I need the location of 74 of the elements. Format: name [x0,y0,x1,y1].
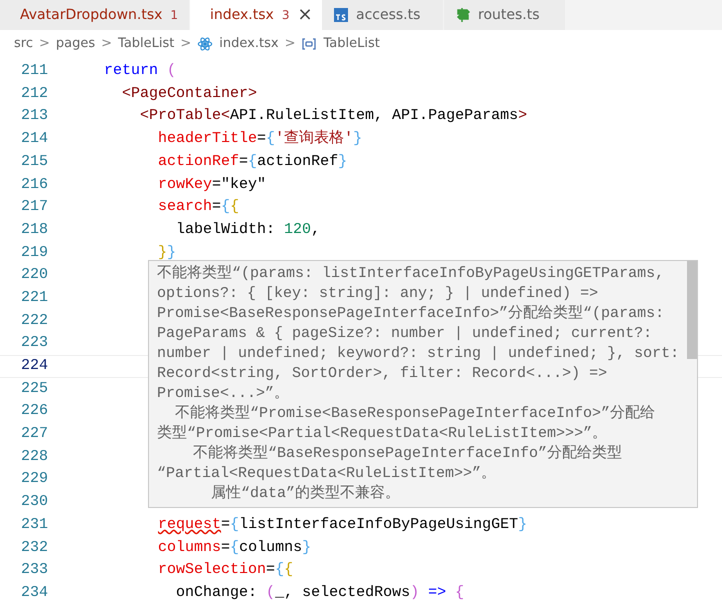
line-number: 219 [20,242,48,263]
error-message: Record<string, SortOrder>, filter: Record<...>) => [157,364,608,384]
code-line: <ProTable<API.RuleListItem, API.PageParams> [139,106,528,126]
tab-label: index.tsx [210,6,274,24]
error-message: 不能将类型“Promise<BaseResponsePageInterfaceInfo>”分配给 [174,404,656,424]
code-line: onChange: (_, selectedRows) => { [175,582,464,603]
breadcrumb-item[interactable]: pages [56,34,96,54]
error-message: 属性“data”的类型不兼容。 [210,484,402,504]
code-line: actionRef={actionRef} [157,152,348,172]
error-message: Promise<BaseResponsePageInterfaceInfo>”分配给类型“(params: [157,304,666,324]
line-number: 233 [20,560,48,580]
tab-label: routes.ts [478,6,540,24]
error-message: “Partial<RequestData<RuleListItem>>”。 [157,464,498,484]
code-line: <PageContainer> [121,84,258,104]
editor-tab[interactable]: routes.ts [444,0,566,30]
code-line: rowSelection={{ [157,560,294,580]
code-line: columns={columns} [157,538,312,558]
code-line: rowKey="key" [157,174,266,195]
ts-file-icon [334,8,348,22]
line-number: 222 [20,310,48,331]
tab-label: AvatarDropdown.tsx [20,6,162,24]
line-number: 218 [20,220,48,240]
line-number: 230 [20,492,48,512]
signpost-icon [456,7,470,23]
line-number: 231 [20,514,48,535]
line-number: 229 [20,469,48,490]
line-number: 213 [20,106,48,126]
breadcrumb-item[interactable]: TableList [118,34,174,54]
editor-tab[interactable]: access.ts [322,0,444,30]
line-number: 227 [20,424,48,444]
error-message: number | undefined; keyword?: string | undefined; }, sort: [157,344,680,364]
chevron-icon: > [101,34,112,54]
line-number: 226 [20,401,48,422]
close-icon[interactable]: × [297,6,313,24]
error-message: Promise<...>”。 [157,384,290,404]
react-icon [197,36,214,52]
editor-tab[interactable]: AvatarDropdown.tsx 1 [0,0,190,30]
error-message: options?: { [key: string]: any; } | undefined) => [157,284,600,304]
breadcrumb-item[interactable]: src [14,34,33,54]
code-line: }} [157,242,176,263]
scrollbar-thumb[interactable] [687,261,697,359]
problem-count: 1 [170,7,178,24]
line-number: 212 [20,84,48,104]
chevron-icon: > [284,34,296,54]
breadcrumb-item[interactable]: index.tsx [219,34,279,54]
line-number: 216 [20,174,48,195]
line-number: 234 [20,582,48,603]
breadcrumb-item[interactable]: TableList [323,34,380,54]
error-message: PageParams & { pageSize?: number | undefined; current?: [157,324,654,344]
error-message: 不能将类型“BaseResponsePageInterfaceInfo”分配给类型 [192,444,624,464]
line-number: 215 [20,152,48,172]
line-number: 228 [20,446,48,467]
code-line: headerTitle={'查询表格'} [157,128,362,150]
line-number: 232 [20,538,48,558]
line-number: 211 [20,61,48,82]
line-number: 217 [20,197,48,218]
tab-label: access.ts [356,6,420,24]
code-line: search={{ [157,197,240,218]
error-message: 类型“Promise<Partial<RequestData<RuleListItem>>>”。 [157,424,608,444]
editor-tab[interactable]: index.tsx 3 × [190,0,322,30]
line-number: 224 [20,356,48,376]
error-message: 不能将类型“(params: listInterfaceInfoByPageUsingGETParams, [157,264,666,284]
chevron-icon: > [180,34,192,54]
problem-count: 3 [282,7,290,24]
code-line: labelWidth: 120, [175,220,320,240]
code-line: request={listInterfaceInfoByPageUsingGET} [157,514,528,535]
line-number: 221 [20,288,48,308]
chevron-icon: > [38,34,50,54]
symbol-icon [301,37,318,51]
line-number: 214 [20,129,48,150]
code-line: return ( [103,61,176,82]
line-number: 223 [20,333,48,354]
line-number: 220 [20,265,48,286]
line-number: 225 [20,378,48,399]
